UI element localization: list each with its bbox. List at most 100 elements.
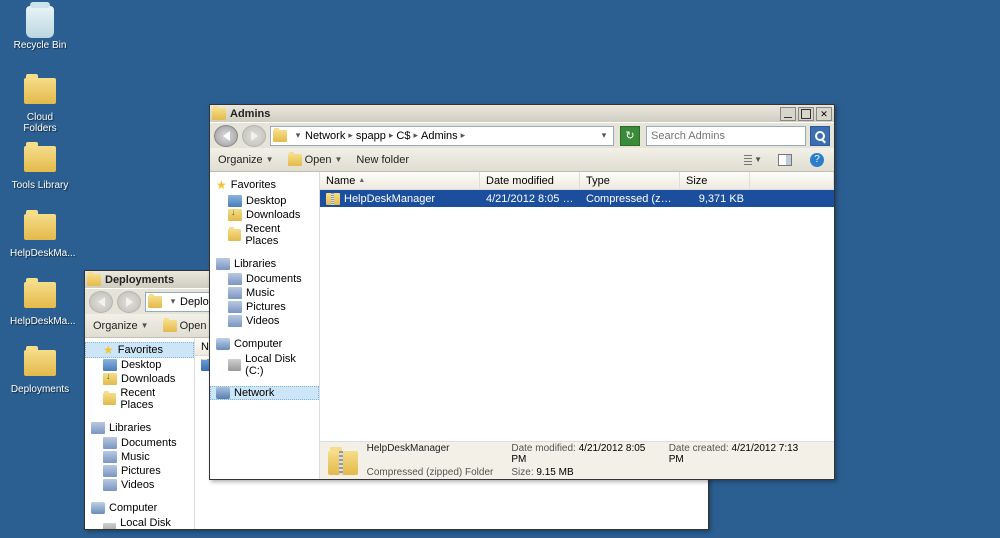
preview-icon — [778, 154, 792, 166]
folder-icon — [212, 108, 226, 120]
view-icon — [744, 155, 752, 165]
col-name[interactable]: Name▲ — [320, 172, 480, 189]
refresh-button[interactable]: ↻ — [620, 126, 640, 146]
column-headers[interactable]: Name▲ Date modified Type Size — [320, 172, 834, 190]
pictures-icon — [103, 465, 117, 477]
folder-icon — [163, 320, 177, 332]
breadcrumb-dropdown[interactable]: ▾ — [597, 130, 611, 141]
help-icon: ? — [810, 153, 824, 167]
organize-menu[interactable]: Organize ▼ — [93, 320, 149, 332]
computer-group[interactable]: Computer — [85, 500, 194, 516]
videos-icon — [228, 315, 242, 327]
folder-icon — [288, 154, 302, 166]
desktop-icon-label: HelpDeskMa... — [10, 248, 70, 259]
pictures-icon — [228, 301, 242, 313]
nav-recent[interactable]: Recent Places — [85, 386, 194, 412]
nav-local-disk[interactable]: Local Disk (C:) — [210, 352, 319, 378]
download-icon — [228, 209, 242, 221]
computer-icon — [91, 502, 105, 514]
libraries-group[interactable]: Libraries — [85, 420, 194, 436]
breadcrumb-item[interactable]: Admins — [421, 130, 458, 142]
navigation-pane[interactable]: ★Favorites Desktop Downloads Recent Plac… — [85, 338, 195, 529]
command-bar: Organize ▼ Open ▼ New folder ▼ ? — [210, 148, 834, 172]
folder-icon — [148, 296, 162, 308]
desktop-icon-cloud-folders[interactable]: Cloud Folders — [10, 74, 70, 134]
table-row[interactable]: HelpDeskManager 4/21/2012 8:05 PM Compre… — [320, 190, 834, 207]
sort-indicator-icon: ▲ — [358, 177, 365, 184]
nav-downloads[interactable]: Downloads — [210, 208, 319, 222]
titlebar[interactable]: Admins ✕ — [210, 105, 834, 122]
desktop-icon-label: Deployments — [10, 384, 70, 395]
col-date[interactable]: Date modified — [480, 172, 580, 189]
favorites-group[interactable]: ★Favorites — [210, 176, 319, 194]
navigation-pane[interactable]: ★Favorites Desktop Downloads Recent Plac… — [210, 172, 320, 479]
details-type: Compressed (zipped) Folder — [367, 467, 494, 478]
desktop-icon-label: Tools Library — [10, 180, 70, 191]
col-size[interactable]: Size — [680, 172, 750, 189]
folder-icon — [24, 282, 56, 314]
nav-downloads[interactable]: Downloads — [85, 372, 194, 386]
desktop-icon — [103, 359, 117, 371]
desktop-icon-label: Recycle Bin — [10, 40, 70, 51]
desktop-icon-deployments[interactable]: Deployments — [10, 346, 70, 395]
music-icon — [103, 451, 117, 463]
nav-desktop[interactable]: Desktop — [85, 358, 194, 372]
file-list[interactable]: HelpDeskManager 4/21/2012 8:05 PM Compre… — [320, 190, 834, 441]
nav-documents[interactable]: Documents — [210, 272, 319, 286]
star-icon: ★ — [216, 178, 227, 192]
open-menu[interactable]: Open ▼ — [288, 154, 343, 166]
back-button[interactable] — [214, 125, 238, 147]
breadcrumb-item[interactable]: Network — [305, 130, 345, 142]
nav-pictures[interactable]: Pictures — [210, 300, 319, 314]
breadcrumb-item[interactable]: C$ — [396, 130, 410, 142]
forward-button[interactable] — [117, 291, 141, 313]
nav-documents[interactable]: Documents — [85, 436, 194, 450]
view-menu[interactable]: ▼ — [744, 152, 762, 168]
desktop-icon-tools-library[interactable]: Tools Library — [10, 142, 70, 191]
nav-videos[interactable]: Videos — [85, 478, 194, 492]
new-folder-button[interactable]: New folder — [356, 154, 409, 166]
videos-icon — [103, 479, 117, 491]
help-button[interactable]: ? — [808, 152, 826, 168]
nav-local-disk[interactable]: Local Disk (C:) — [85, 516, 194, 529]
nav-row: ▾ Network▸ spapp▸ C$▸ Admins▸ ▾ ↻ — [210, 122, 834, 148]
nav-recent[interactable]: Recent Places — [210, 222, 319, 248]
nav-music[interactable]: Music — [85, 450, 194, 464]
disk-icon — [103, 523, 116, 529]
computer-icon — [216, 338, 230, 350]
desktop-icon-helpdeskma-[interactable]: HelpDeskMa... — [10, 278, 70, 327]
forward-button[interactable] — [242, 125, 266, 147]
details-name: HelpDeskManager — [367, 443, 494, 465]
breadcrumb[interactable]: ▾ Network▸ spapp▸ C$▸ Admins▸ ▾ — [270, 126, 614, 146]
nav-desktop[interactable]: Desktop — [210, 194, 319, 208]
preview-pane-button[interactable] — [776, 152, 794, 168]
window-admins[interactable]: Admins ✕ ▾ Network▸ spapp▸ C$▸ Admins▸ ▾… — [209, 104, 835, 480]
folder-icon — [24, 214, 56, 246]
minimize-button[interactable] — [780, 107, 796, 121]
file-date: 4/21/2012 8:05 PM — [480, 193, 580, 205]
back-button[interactable] — [89, 291, 113, 313]
search-button[interactable] — [810, 126, 830, 146]
computer-group[interactable]: Computer — [210, 336, 319, 352]
maximize-button[interactable] — [798, 107, 814, 121]
desktop-icon-helpdeskma-[interactable]: HelpDeskMa... — [10, 210, 70, 259]
file-type: Compressed (zippe... — [580, 193, 680, 205]
close-button[interactable]: ✕ — [816, 107, 832, 121]
col-type[interactable]: Type — [580, 172, 680, 189]
file-size: 9,371 KB — [680, 193, 750, 205]
folder-icon — [273, 130, 287, 142]
search-input[interactable] — [646, 126, 806, 146]
window-title: Admins — [230, 108, 780, 120]
search-field[interactable] — [651, 130, 801, 142]
favorites-group[interactable]: ★Favorites — [85, 342, 194, 358]
network-group[interactable]: Network — [210, 386, 319, 400]
documents-icon — [228, 273, 242, 285]
search-icon — [815, 131, 825, 141]
nav-music[interactable]: Music — [210, 286, 319, 300]
organize-menu[interactable]: Organize ▼ — [218, 154, 274, 166]
libraries-group[interactable]: Libraries — [210, 256, 319, 272]
breadcrumb-item[interactable]: spapp — [356, 130, 386, 142]
nav-pictures[interactable]: Pictures — [85, 464, 194, 478]
nav-videos[interactable]: Videos — [210, 314, 319, 328]
desktop-icon-recycle-bin[interactable]: Recycle Bin — [10, 6, 70, 51]
